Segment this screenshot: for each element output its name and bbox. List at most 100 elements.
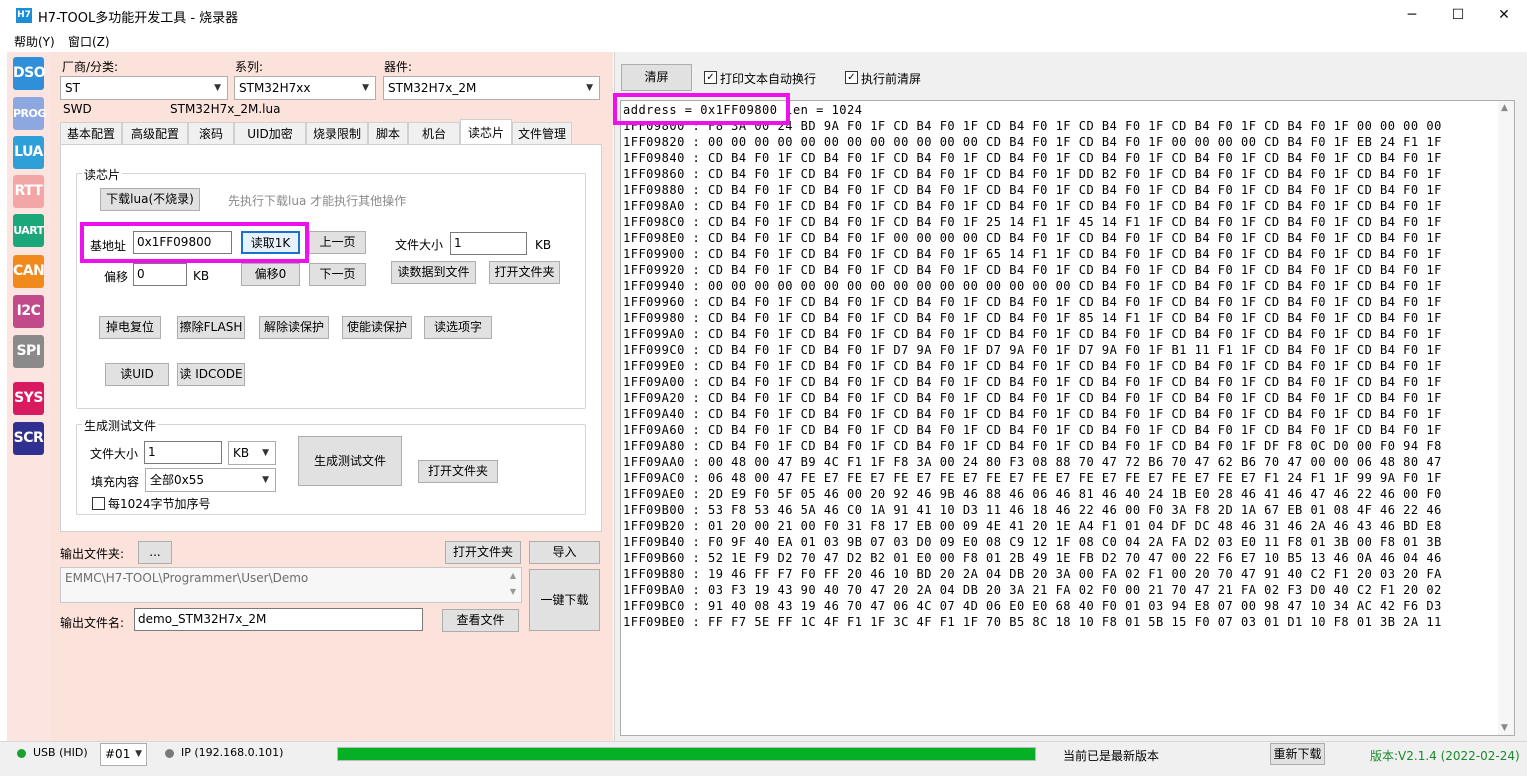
gen-unit-select[interactable]: KB ▼: [228, 441, 276, 465]
sidebar-button-scr[interactable]: SCR: [13, 422, 44, 455]
version-text: 版本:V2.1.4 (2022-02-24): [1370, 749, 1520, 763]
sidebar-button-sys[interactable]: SYS: [13, 382, 44, 415]
view-file-button[interactable]: 查看文件: [442, 609, 519, 632]
tab-machine[interactable]: 机台: [408, 122, 460, 144]
generate-test-file-button[interactable]: 生成测试文件: [298, 436, 402, 486]
tab-basic-config[interactable]: 基本配置: [60, 122, 122, 144]
seq-number-checkbox[interactable]: [92, 497, 105, 510]
close-button[interactable]: ✕: [1481, 0, 1527, 30]
sidebar-button-dso[interactable]: DSO: [13, 57, 46, 90]
menu-window[interactable]: 窗口(Z): [68, 33, 110, 50]
sidebar-button-prog[interactable]: PROG: [13, 97, 46, 130]
hex-line: 1FF09940 : 00 00 00 00 00 00 00 00 00 00…: [623, 279, 1442, 293]
hex-line: 1FF09900 : CD B4 F0 1F CD B4 F0 1F CD B4…: [623, 247, 1442, 261]
read-uid-button[interactable]: 读UID: [105, 363, 169, 386]
prev-page-button[interactable]: 上一页: [309, 231, 366, 254]
hex-line: 1FF09820 : 00 00 00 00 00 00 00 00 00 00…: [623, 135, 1442, 149]
read-option-bytes-button[interactable]: 读选项字: [424, 316, 492, 339]
offset-zero-button[interactable]: 偏移0: [241, 263, 300, 286]
hex-line: 1FF099C0 : CD B4 F0 1F CD B4 F0 1F D7 9A…: [623, 343, 1442, 357]
vendor-select[interactable]: ST ▼: [60, 76, 228, 100]
clear-before-run-checkbox[interactable]: ✓: [845, 71, 858, 84]
update-status-text: 当前已是最新版本: [1063, 749, 1160, 763]
download-lua-button[interactable]: 下载lua(不烧录): [100, 188, 200, 211]
gen-file-size-label: 文件大小: [90, 447, 139, 461]
disable-read-protect-button[interactable]: 解除读保护: [259, 316, 329, 339]
hex-line: 1FF09920 : CD B4 F0 1F CD B4 F0 1F CD B4…: [623, 263, 1442, 277]
hex-line: 1FF09AE0 : 2D E9 F0 5F 05 46 00 20 92 46…: [623, 487, 1442, 501]
path-scrollbar[interactable]: ▲ ▼: [505, 568, 521, 602]
seq-number-label: 每1024字节加序号: [108, 497, 211, 511]
device-select[interactable]: STM32H7x_2M ▼: [383, 76, 600, 100]
ip-status-icon: [165, 749, 174, 758]
read-file-size-unit: KB: [535, 238, 552, 252]
read-to-file-button[interactable]: 读数据到文件: [391, 261, 476, 284]
redownload-button[interactable]: 重新下载: [1270, 743, 1325, 765]
base-address-input[interactable]: 0x1FF09800: [133, 231, 232, 254]
read-1k-button[interactable]: 读取1K: [241, 231, 300, 254]
device-number-select[interactable]: #01 ▼: [100, 743, 147, 766]
import-button[interactable]: 导入: [529, 541, 600, 564]
open-folder-button[interactable]: 打开文件夹: [489, 261, 560, 284]
fill-content-select[interactable]: 全部0x55 ▼: [145, 468, 276, 492]
tab-uid-encrypt[interactable]: UID加密: [234, 122, 306, 144]
power-reset-button[interactable]: 掉电复位: [99, 316, 161, 339]
tab-advanced-config[interactable]: 高级配置: [122, 122, 188, 144]
tab-file-manager[interactable]: 文件管理: [512, 122, 572, 144]
sidebar-button-rtt[interactable]: RTT: [13, 175, 44, 208]
tab-read-chip[interactable]: 读芯片: [460, 119, 512, 145]
gen-open-folder-button[interactable]: 打开文件夹: [418, 460, 498, 483]
maximize-button[interactable]: ☐: [1435, 0, 1481, 30]
sidebar-button-i2c[interactable]: I2C: [13, 295, 44, 328]
hex-line: 1FF09A20 : CD B4 F0 1F CD B4 F0 1F CD B4…: [623, 391, 1442, 405]
auto-wrap-checkbox[interactable]: ✓: [704, 71, 717, 84]
menu-bar: [0, 30, 1527, 52]
hex-line: 1FF09860 : CD B4 F0 1F CD B4 F0 1F CD B4…: [623, 167, 1442, 181]
output-open-folder-button[interactable]: 打开文件夹: [445, 541, 521, 564]
menu-help[interactable]: 帮助(Y): [14, 33, 55, 50]
output-path-field[interactable]: EMMC\H7-TOOL\Programmer\User\Demo: [60, 567, 522, 603]
output-filename-input[interactable]: demo_STM32H7x_2M: [134, 608, 423, 631]
sidebar-button-can[interactable]: CAN: [13, 255, 45, 288]
hex-lines: 1FF09800 : F8 3A 00 24 BD 9A F0 1F CD B4…: [623, 119, 1442, 629]
hex-line: 1FF099E0 : CD B4 F0 1F CD B4 F0 1F CD B4…: [623, 359, 1442, 373]
tab-script[interactable]: 脚本: [368, 122, 408, 144]
clear-before-run-label: 执行前清屏: [861, 72, 922, 86]
tab-program-limit[interactable]: 烧录限制: [306, 122, 368, 144]
next-page-button[interactable]: 下一页: [309, 263, 366, 286]
read-idcode-button[interactable]: 读 IDCODE: [177, 363, 245, 386]
app-logo-icon: H7: [16, 8, 32, 23]
hex-scrollbar[interactable]: ▲ ▼: [1498, 101, 1514, 735]
series-select[interactable]: STM32H7xx ▼: [234, 76, 376, 100]
sidebar-button-spi[interactable]: SPI: [13, 335, 44, 368]
tab-rolling-code[interactable]: 滚码: [188, 122, 234, 144]
clear-screen-button[interactable]: 清屏: [621, 64, 692, 91]
hex-line: 1FF098E0 : CD B4 F0 1F CD B4 F0 1F 00 00…: [623, 231, 1442, 245]
enable-read-protect-button[interactable]: 使能读保护: [342, 316, 412, 339]
read-file-size-input[interactable]: 1: [450, 232, 527, 255]
hint-text: 先执行下载lua 才能执行其他操作: [228, 194, 407, 208]
vendor-label: 厂商/分类:: [62, 60, 119, 74]
sidebar-button-lua[interactable]: LUA: [13, 136, 44, 169]
highlight-box: [613, 93, 790, 125]
scroll-up-icon[interactable]: ▲: [1501, 103, 1508, 113]
hex-line: 1FF09BA0 : 03 F3 19 43 90 40 70 47 20 2A…: [623, 583, 1442, 597]
fill-content-label: 填充内容: [91, 475, 140, 489]
fill-content-value: 全部0x55: [150, 473, 205, 487]
one-key-download-button[interactable]: 一键下载: [529, 569, 600, 631]
browse-folder-button[interactable]: ...: [138, 541, 172, 564]
hex-line: 1FF09880 : CD B4 F0 1F CD B4 F0 1F CD B4…: [623, 183, 1442, 197]
hex-line: 1FF09960 : CD B4 F0 1F CD B4 F0 1F CD B4…: [623, 295, 1442, 309]
sidebar-button-uart[interactable]: UART: [13, 214, 44, 247]
hex-line: 1FF09A60 : CD B4 F0 1F CD B4 F0 1F CD B4…: [623, 423, 1442, 437]
chevron-down-icon: ▼: [262, 475, 269, 485]
chevron-down-icon: ▼: [135, 749, 142, 759]
scroll-down-icon[interactable]: ▼: [1501, 723, 1508, 733]
gen-file-size-input[interactable]: 1: [144, 441, 222, 464]
erase-flash-button[interactable]: 擦除FLASH: [177, 316, 245, 339]
minimize-button[interactable]: ─: [1389, 0, 1435, 30]
hex-line: 1FF098C0 : CD B4 F0 1F CD B4 F0 1F CD B4…: [623, 215, 1442, 229]
hex-line: 1FF09B00 : 53 F8 53 46 5A 46 C0 1A 91 41…: [623, 503, 1442, 517]
chevron-down-icon: ▼: [362, 83, 369, 93]
offset-input[interactable]: 0: [133, 263, 187, 286]
